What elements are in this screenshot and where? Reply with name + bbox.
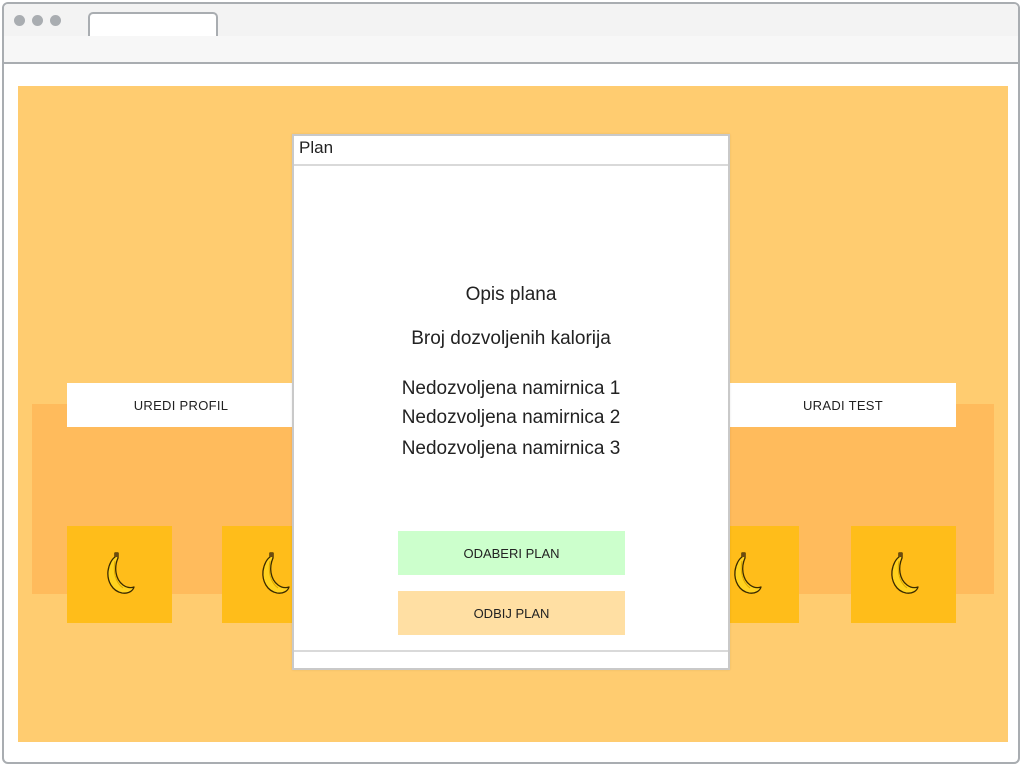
close-dot-icon[interactable] [14,15,25,26]
modal-title: Plan [299,138,334,157]
banana-tile[interactable] [851,526,956,623]
plan-modal: Plan Opis plana Broj dozvoljenih kalorij… [292,134,730,670]
forbidden-food-1: Nedozvoljena namirnica 1 [401,378,621,399]
maximize-dot-icon[interactable] [50,15,61,26]
address-bar[interactable] [4,36,1018,64]
plan-description: Opis plana [465,284,557,305]
banana-icon [258,549,292,600]
modal-footer [294,650,728,652]
forbidden-food-3: Nedozvoljena namirnica 3 [401,438,621,459]
select-plan-button[interactable]: ODABERI PLAN [398,531,625,575]
edit-profile-button[interactable]: UREDI PROFIL [67,383,295,427]
forbidden-food-2: Nedozvoljena namirnica 2 [401,407,621,428]
browser-titlebar [4,4,1018,38]
browser-tab[interactable] [88,12,218,36]
minimize-dot-icon[interactable] [32,15,43,26]
banana-tile[interactable] [67,526,172,623]
reject-plan-button[interactable]: ODBIJ PLAN [398,591,625,635]
banana-icon [103,549,137,600]
allowed-calories: Broj dozvoljenih kalorija [411,328,611,349]
take-test-button[interactable]: URADI TEST [730,383,956,427]
banana-icon [887,549,921,600]
modal-header: Plan [294,136,728,166]
banana-icon [730,549,764,600]
